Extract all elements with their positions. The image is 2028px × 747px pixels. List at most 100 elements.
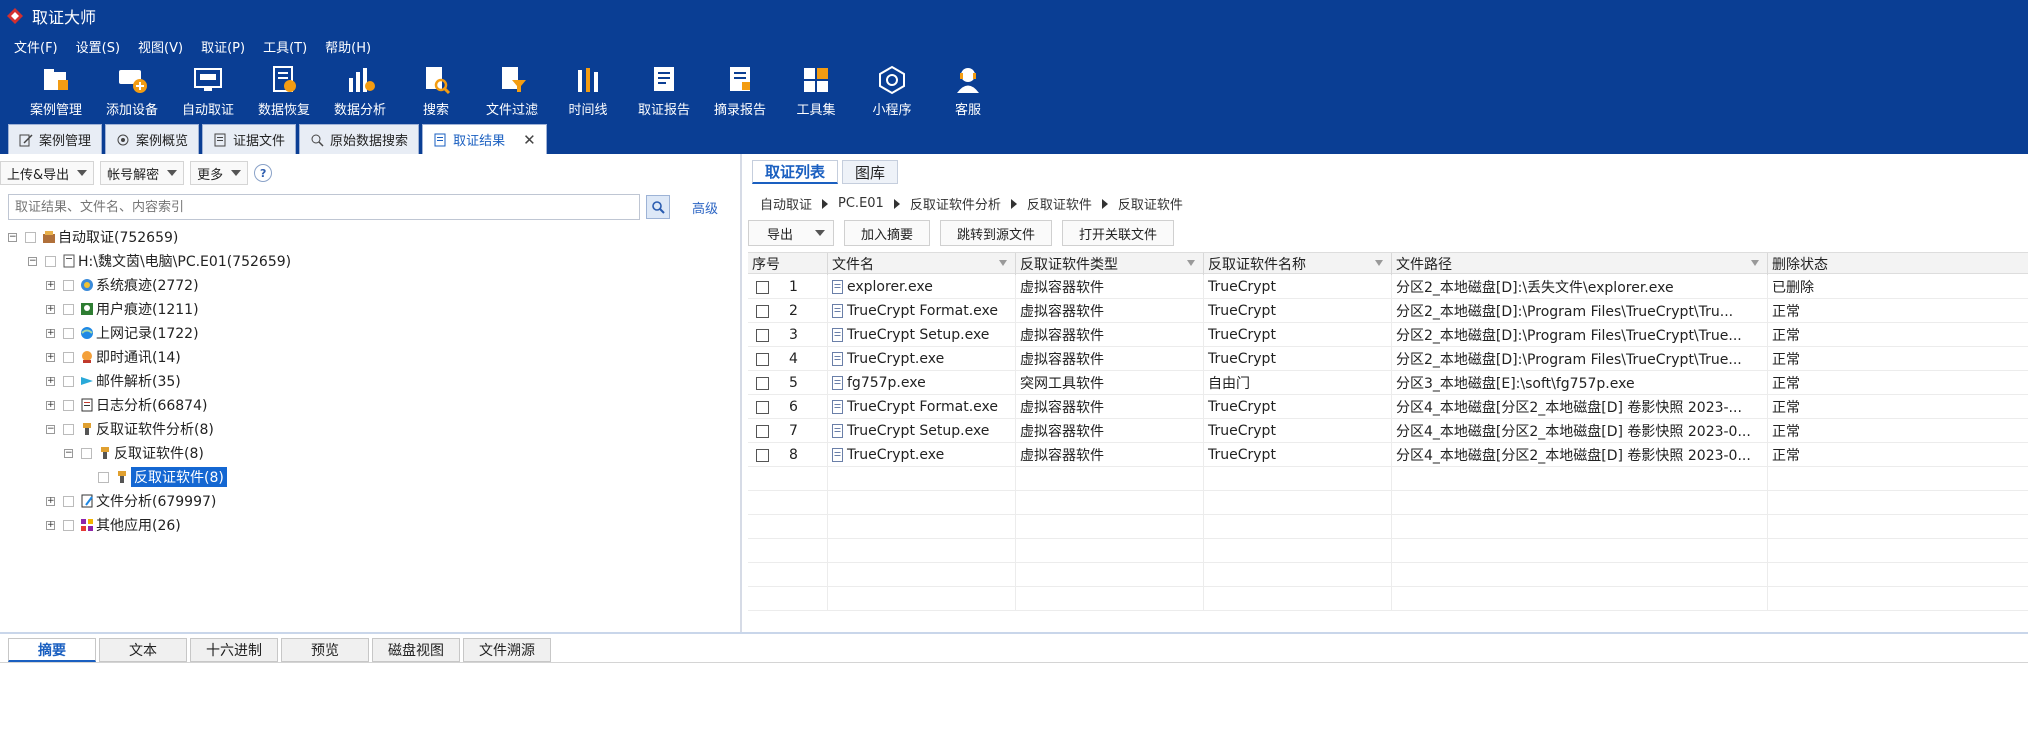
- tree-search-input[interactable]: [8, 194, 640, 220]
- expand-icon[interactable]: +: [46, 304, 55, 314]
- tab-file-trace[interactable]: 文件溯源: [463, 638, 551, 662]
- tab-case-management[interactable]: 案例管理: [8, 124, 103, 154]
- tree-node-system-trace[interactable]: + 系统痕迹(2772): [46, 274, 199, 296]
- tree-node-anti-forensics-analysis[interactable]: − 反取证软件分析(8): [46, 418, 214, 440]
- menu-settings[interactable]: 设置(S): [76, 37, 120, 56]
- add-summary-button[interactable]: 加入摘要: [844, 220, 931, 246]
- tree-node-anti-forensics-software-leaf[interactable]: 反取证软件(8): [98, 466, 227, 488]
- tab-case-overview[interactable]: 案例概览: [105, 124, 200, 154]
- tree-node-anti-forensics-software[interactable]: − 反取证软件(8): [64, 442, 204, 464]
- open-related-file-button[interactable]: 打开关联文件: [1062, 220, 1175, 246]
- ribbon-mini-program-button[interactable]: 小程序: [854, 60, 930, 118]
- row-checkbox[interactable]: [756, 448, 769, 462]
- column-header-delete-status[interactable]: 删除状态: [1768, 253, 2028, 275]
- tree-checkbox[interactable]: [81, 447, 92, 459]
- export-dropdown[interactable]: 导出: [748, 220, 834, 246]
- table-row[interactable]: 4 TrueCrypt.exe 虚拟容器软件 TrueCrypt 分区2_本地磁盘[D]…: [748, 347, 2028, 371]
- table-row[interactable]: 6 TrueCrypt Format.exe 虚拟容器软件 TrueCrypt 分区4_…: [748, 395, 2028, 419]
- tab-text[interactable]: 文本: [99, 638, 187, 662]
- collapse-icon[interactable]: −: [46, 424, 55, 434]
- more-dropdown[interactable]: 更多: [190, 161, 249, 185]
- collapse-icon[interactable]: −: [64, 448, 73, 458]
- ribbon-data-analysis-button[interactable]: 数据分析: [322, 60, 398, 118]
- ribbon-report-button[interactable]: 取证报告: [626, 60, 702, 118]
- tab-forensics-results[interactable]: 取证结果 ✕: [422, 124, 547, 154]
- table-row[interactable]: 2 TrueCrypt Format.exe 虚拟容器软件 TrueCrypt 分区2_…: [748, 299, 2028, 323]
- ribbon-excerpt-report-button[interactable]: 摘录报告: [702, 60, 778, 118]
- collapse-icon[interactable]: −: [8, 232, 17, 242]
- tree-node-other-apps[interactable]: + 其他应用(26): [46, 514, 181, 536]
- tree-node-mail-parsing[interactable]: + 邮件解析(35): [46, 370, 181, 392]
- expand-icon[interactable]: +: [46, 520, 55, 530]
- expand-icon[interactable]: +: [46, 280, 55, 290]
- menu-forensics[interactable]: 取证(P): [201, 37, 245, 56]
- ribbon-toolkit-button[interactable]: 工具集: [778, 60, 854, 118]
- table-row[interactable]: 1 explorer.exe 虚拟容器软件 TrueCrypt 分区2_本地磁盘[D]:…: [748, 275, 2028, 299]
- ribbon-add-device-button[interactable]: 添加设备: [94, 60, 170, 118]
- ribbon-auto-forensics-button[interactable]: 自动取证: [170, 60, 246, 118]
- expand-icon[interactable]: +: [46, 352, 55, 362]
- tab-raw-data-search[interactable]: 原始数据搜索: [299, 124, 420, 154]
- tree-node-user-trace[interactable]: + 用户痕迹(1211): [46, 298, 199, 320]
- ribbon-customer-service-button[interactable]: 客服: [930, 60, 1006, 118]
- tree-checkbox[interactable]: [63, 327, 74, 339]
- tree-checkbox[interactable]: [63, 279, 74, 291]
- tree-checkbox[interactable]: [63, 303, 74, 315]
- row-checkbox[interactable]: [756, 424, 769, 438]
- ribbon-data-recovery-button[interactable]: 数据恢复: [246, 60, 322, 118]
- column-header-file-path[interactable]: 文件路径: [1392, 253, 1768, 275]
- tree-checkbox[interactable]: [63, 399, 74, 411]
- ribbon-file-filter-button[interactable]: 文件过滤: [474, 60, 550, 118]
- expand-icon[interactable]: +: [46, 400, 55, 410]
- ribbon-timeline-button[interactable]: 时间线: [550, 60, 626, 118]
- collapse-icon[interactable]: −: [28, 256, 37, 266]
- tab-summary[interactable]: 摘要: [8, 638, 96, 662]
- tree-checkbox[interactable]: [63, 351, 74, 363]
- tab-evidence-files[interactable]: 证据文件: [202, 124, 297, 154]
- menu-help[interactable]: 帮助(H): [325, 37, 371, 56]
- tree-node-log-analysis[interactable]: + 日志分析(66874): [46, 394, 207, 416]
- filter-icon[interactable]: [999, 260, 1007, 266]
- row-checkbox[interactable]: [756, 304, 769, 318]
- column-header-software-name[interactable]: 反取证软件名称: [1204, 253, 1392, 275]
- row-checkbox[interactable]: [756, 352, 769, 366]
- breadcrumb-item[interactable]: 反取证软件分析: [910, 194, 1001, 213]
- column-header-index[interactable]: 序号: [748, 253, 828, 275]
- expand-icon[interactable]: +: [46, 496, 55, 506]
- tree-node-internet-records[interactable]: + 上网记录(1722): [46, 322, 199, 344]
- menu-tools[interactable]: 工具(T): [263, 37, 307, 56]
- menu-view[interactable]: 视图(V): [138, 37, 183, 56]
- advanced-search-link[interactable]: 高级: [692, 198, 718, 217]
- table-row[interactable]: 5 fg757p.exe 突网工具软件 自由门 分区3_本地磁盘[E]:\soft\fg…: [748, 371, 2028, 395]
- upload-export-dropdown[interactable]: 上传&导出: [0, 161, 95, 185]
- search-button[interactable]: [646, 195, 670, 219]
- tree-checkbox[interactable]: [63, 423, 74, 435]
- tree-checkbox[interactable]: [63, 495, 74, 507]
- breadcrumb-item[interactable]: PC.E01: [838, 196, 884, 211]
- filter-icon[interactable]: [1375, 260, 1383, 266]
- ribbon-search-button[interactable]: 搜索: [398, 60, 474, 118]
- table-row[interactable]: 8 TrueCrypt.exe 虚拟容器软件 TrueCrypt 分区4_本地磁盘[分区…: [748, 443, 2028, 467]
- ribbon-case-management-button[interactable]: 案例管理: [18, 60, 94, 118]
- row-checkbox[interactable]: [756, 376, 769, 390]
- tab-hex[interactable]: 十六进制: [190, 638, 278, 662]
- menu-file[interactable]: 文件(F): [14, 37, 58, 56]
- expand-icon[interactable]: +: [46, 328, 55, 338]
- filter-icon[interactable]: [1187, 260, 1195, 266]
- table-row[interactable]: 3 TrueCrypt Setup.exe 虚拟容器软件 TrueCrypt 分区2_本…: [748, 323, 2028, 347]
- tree-checkbox[interactable]: [98, 471, 109, 483]
- tree-node-file-analysis[interactable]: + 文件分析(679997): [46, 490, 216, 512]
- row-checkbox[interactable]: [756, 280, 769, 294]
- jump-to-source-button[interactable]: 跳转到源文件: [940, 220, 1053, 246]
- tree-checkbox[interactable]: [45, 255, 56, 267]
- row-checkbox[interactable]: [756, 400, 769, 414]
- tab-preview[interactable]: 预览: [281, 638, 369, 662]
- tree-node-evidence-file[interactable]: − H:\魏文茵\电脑\PC.E01(752659): [28, 250, 291, 272]
- help-icon[interactable]: ?: [254, 164, 273, 182]
- table-row[interactable]: 7 TrueCrypt Setup.exe 虚拟容器软件 TrueCrypt 分区4_本…: [748, 419, 2028, 443]
- tree-checkbox[interactable]: [63, 519, 74, 531]
- tree-node-auto-forensics[interactable]: − 自动取证(752659): [8, 226, 178, 248]
- breadcrumb-item[interactable]: 反取证软件: [1118, 194, 1183, 213]
- column-header-filename[interactable]: 文件名: [828, 253, 1016, 275]
- tree-checkbox[interactable]: [25, 231, 36, 243]
